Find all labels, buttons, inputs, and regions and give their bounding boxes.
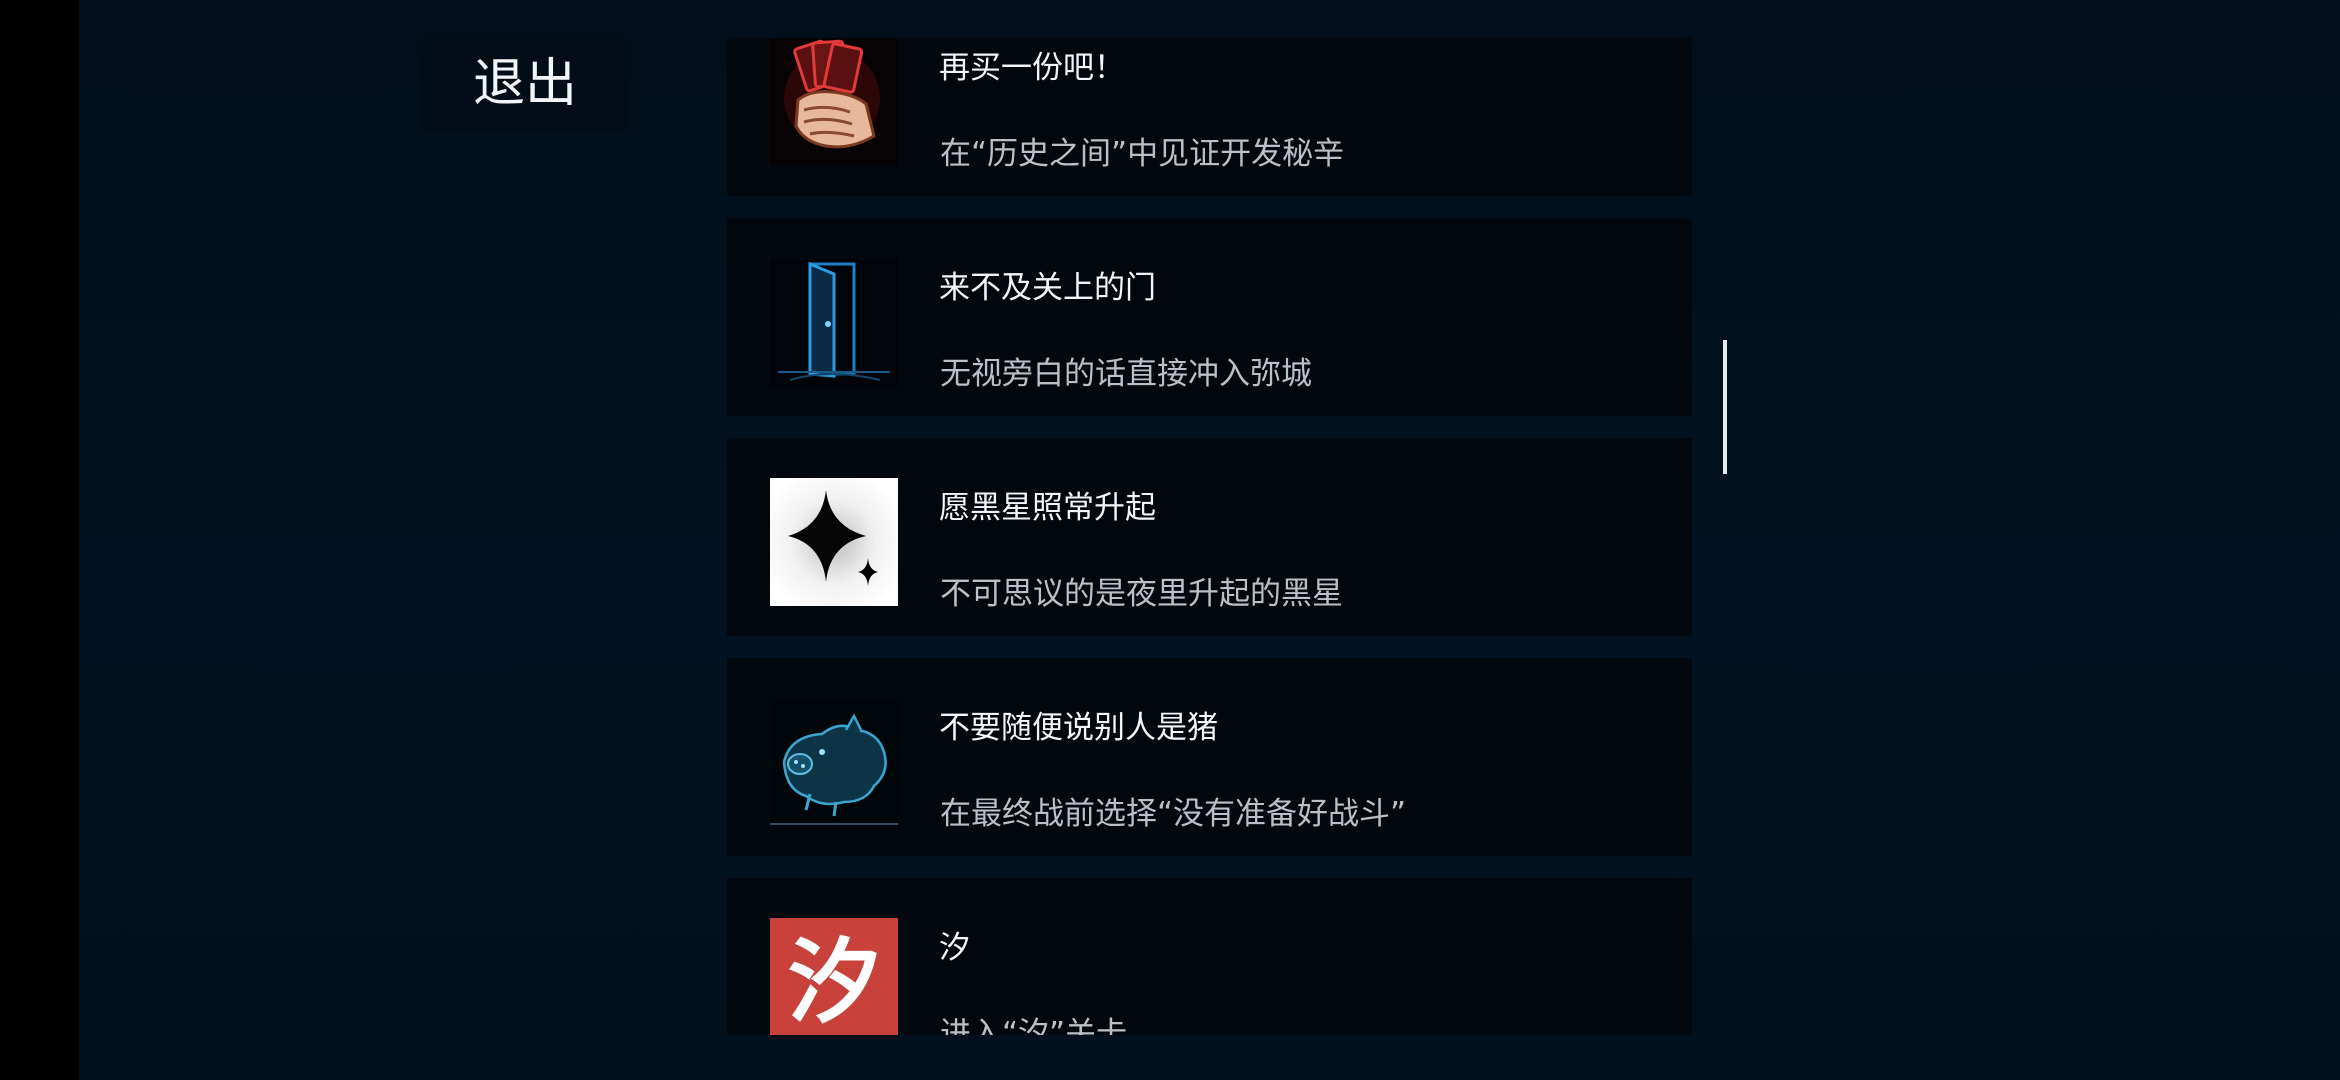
exit-button[interactable]: 退出 [420, 38, 630, 130]
fist-with-cards-icon [770, 38, 898, 166]
screen: 退出 再买一份吧！ 在“历史之间”中见证开发秘辛 来不及关上的门 无视旁白的话直… [0, 0, 2340, 1080]
achievement-title: 再买一份吧！ [939, 50, 1125, 86]
achievement-title: 愿黑星照常升起 [939, 490, 1156, 526]
achievement-description: 无视旁白的话直接冲入弥城 [940, 356, 1312, 392]
achievement-description: 不可思议的是夜里升起的黑星 [940, 576, 1343, 612]
achievement-card[interactable]: 再买一份吧！ 在“历史之间”中见证开发秘辛 [727, 38, 1692, 196]
achievement-title: 来不及关上的门 [939, 270, 1156, 306]
achievement-title: 不要随便说别人是猪 [939, 710, 1218, 746]
achievement-card[interactable]: 愿黑星照常升起 不可思议的是夜里升起的黑星 [727, 438, 1692, 636]
achievement-description: 进入“汐”关卡 [940, 1016, 1128, 1035]
black-star-icon [770, 478, 898, 606]
achievement-card[interactable]: 汐 汐 进入“汐”关卡 [727, 878, 1692, 1035]
achievement-card[interactable]: 不要随便说别人是猪 在最终战前选择“没有准备好战斗” [727, 658, 1692, 856]
achievement-description: 在最终战前选择“没有准备好战斗” [940, 796, 1407, 832]
achievement-card[interactable]: 来不及关上的门 无视旁白的话直接冲入弥城 [727, 218, 1692, 416]
achievement-description: 在“历史之间”中见证开发秘辛 [940, 136, 1345, 172]
achievement-list[interactable]: 再买一份吧！ 在“历史之间”中见证开发秘辛 来不及关上的门 无视旁白的话直接冲入… [727, 38, 1692, 1035]
xi-character-glyph: 汐 [787, 928, 880, 1035]
pig-icon [770, 698, 898, 826]
scrollbar-thumb[interactable] [1723, 340, 1727, 474]
open-door-icon [770, 258, 898, 386]
xi-character-icon: 汐 [770, 918, 898, 1035]
achievement-title: 汐 [939, 930, 970, 966]
